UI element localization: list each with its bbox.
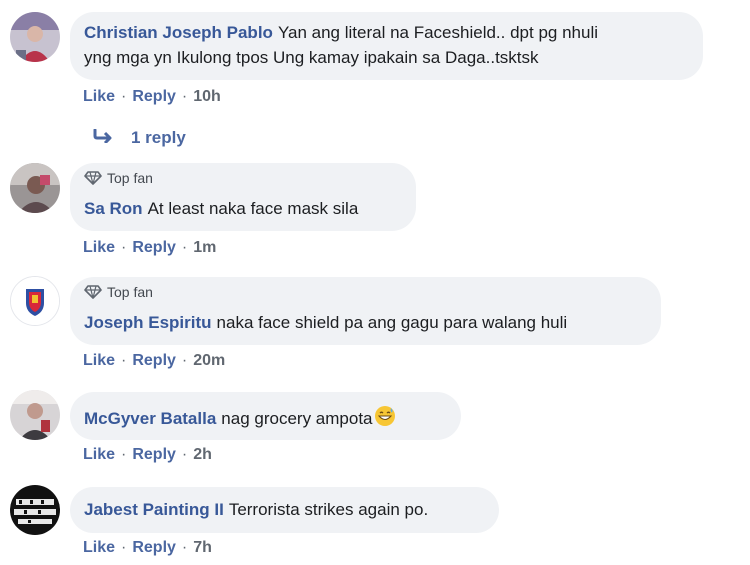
timestamp[interactable]: 2h [193, 446, 212, 463]
grinning-sweat-emoji-icon [374, 405, 396, 433]
separator: · [121, 446, 127, 463]
reply-button[interactable]: Reply [132, 539, 176, 556]
like-button[interactable]: Like [83, 352, 115, 369]
comment-bubble: Christian Joseph Pablo Yan ang literal na… [70, 12, 703, 80]
separator: · [121, 352, 127, 369]
comment-text: nag grocery ampota [221, 409, 373, 428]
avatar[interactable] [10, 485, 60, 535]
reply-button[interactable]: Reply [132, 88, 176, 105]
reply-button[interactable]: Reply [132, 239, 176, 256]
comment-text: yng mga yn Ikulong tpos Ung kamay ipakai… [84, 48, 539, 67]
comment-text: At least naka face mask sila [147, 199, 359, 218]
comment-bubble: Top fan Joseph Espiritu naka face shield … [70, 277, 661, 345]
badge-label: Top fan [107, 170, 153, 186]
comment-actions: Like · Reply · 2h [83, 446, 212, 464]
view-replies-link[interactable]: 1 reply [93, 125, 186, 151]
like-button[interactable]: Like [83, 539, 115, 556]
separator: · [181, 239, 188, 256]
comment-author[interactable]: Christian Joseph Pablo [84, 23, 273, 42]
separator: · [121, 239, 127, 256]
comment-bubble: Jabest Painting II Terrorista strikes aga… [70, 487, 499, 533]
separator: · [121, 539, 127, 556]
timestamp[interactable]: 10h [193, 88, 221, 105]
comment-author[interactable]: Jabest Painting II [84, 500, 224, 519]
avatar[interactable] [10, 163, 60, 213]
diamond-icon [84, 285, 102, 299]
separator: · [181, 88, 188, 105]
comment-text: Terrorista strikes again po. [228, 500, 429, 519]
reply-arrow-icon [93, 128, 115, 148]
comment-actions: Like · Reply · 1m [83, 239, 216, 257]
comment-actions: Like · Reply · 10h [83, 88, 221, 106]
reply-button[interactable]: Reply [132, 446, 176, 463]
diamond-icon [84, 171, 102, 185]
timestamp[interactable]: 1m [193, 239, 216, 256]
comment-actions: Like · Reply · 7h [83, 539, 212, 557]
timestamp[interactable]: 20m [193, 352, 225, 369]
reply-button[interactable]: Reply [132, 352, 176, 369]
separator: · [181, 446, 188, 463]
comment-text: naka face shield pa ang gagu para walang… [216, 313, 568, 332]
comment-author[interactable]: Sa Ron [84, 199, 143, 218]
top-fan-badge: Top fan [84, 284, 153, 300]
like-button[interactable]: Like [83, 239, 115, 256]
comment-author[interactable]: McGyver Batalla [84, 409, 216, 428]
avatar[interactable] [10, 390, 60, 440]
replies-count[interactable]: 1 reply [131, 128, 186, 148]
separator: · [181, 352, 188, 369]
like-button[interactable]: Like [83, 88, 115, 105]
comment-bubble: Top fan Sa Ron At least naka face mask si… [70, 163, 416, 231]
like-button[interactable]: Like [83, 446, 115, 463]
comment-text: Yan ang literal na Faceshield.. dpt pg n… [277, 23, 598, 42]
comment-author[interactable]: Joseph Espiritu [84, 313, 212, 332]
separator: · [181, 539, 188, 556]
top-fan-badge: Top fan [84, 170, 153, 186]
comment-bubble: McGyver Batalla nag grocery ampota [70, 392, 461, 440]
separator: · [121, 88, 127, 105]
timestamp[interactable]: 7h [193, 539, 212, 556]
comment-actions: Like · Reply · 20m [83, 352, 225, 370]
avatar[interactable] [10, 276, 60, 326]
badge-label: Top fan [107, 284, 153, 300]
avatar[interactable] [10, 12, 60, 62]
